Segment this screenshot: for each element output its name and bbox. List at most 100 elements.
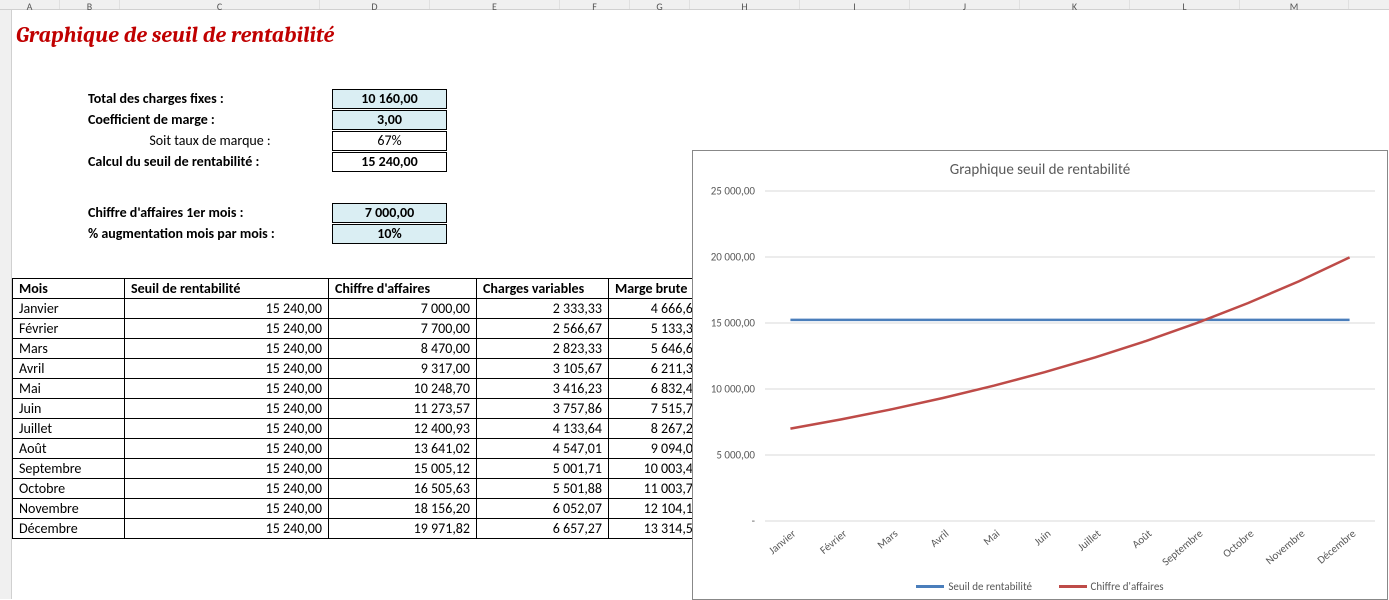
- cell-value[interactable]: 6 052,07: [477, 499, 609, 519]
- cell-value[interactable]: 15 240,00: [125, 299, 329, 319]
- col-header-e[interactable]: E: [430, 0, 560, 9]
- label-seuil: Calcul du seuil de rentabilité :: [82, 153, 332, 170]
- label-charges-fixes: Total des charges fixes :: [82, 90, 332, 107]
- cell-value[interactable]: 3 416,23: [477, 379, 609, 399]
- table-row[interactable]: Septembre15 240,0015 005,125 001,7110 00…: [13, 459, 707, 479]
- chart-y-axis: -5 000,0010 000,0015 000,0020 000,0025 0…: [693, 191, 759, 521]
- cell-value[interactable]: 6 657,27: [477, 519, 609, 539]
- table-row[interactable]: Février15 240,007 700,002 566,675 133,33: [13, 319, 707, 339]
- cell-mois[interactable]: Février: [13, 319, 125, 339]
- column-headers[interactable]: ABCDEFGHIJKLM: [0, 0, 1389, 10]
- cell-value[interactable]: 15 240,00: [125, 459, 329, 479]
- label-ca1: Chiffre d'affaires 1er mois :: [82, 204, 332, 221]
- value-coef-marge[interactable]: 3,00: [332, 110, 447, 130]
- col-header-a[interactable]: A: [0, 0, 60, 9]
- cell-mois[interactable]: Octobre: [13, 479, 125, 499]
- chart[interactable]: Graphique seuil de rentabilité -5 000,00…: [692, 150, 1388, 600]
- cell-value[interactable]: 19 971,82: [329, 519, 477, 539]
- cell-value[interactable]: 15 240,00: [125, 439, 329, 459]
- cell-value[interactable]: 12 400,93: [329, 419, 477, 439]
- col-header-f[interactable]: F: [560, 0, 630, 9]
- table-header[interactable]: Seuil de rentabilité: [125, 279, 329, 299]
- row-headers[interactable]: [0, 10, 12, 599]
- cell-value[interactable]: 15 240,00: [125, 379, 329, 399]
- cell-value[interactable]: 3 757,86: [477, 399, 609, 419]
- chart-title: Graphique seuil de rentabilité: [693, 161, 1387, 179]
- legend-item-seuil: Seuil de rentabilité: [916, 580, 1032, 593]
- table-row[interactable]: Mai15 240,0010 248,703 416,236 832,47: [13, 379, 707, 399]
- cell-value[interactable]: 7 700,00: [329, 319, 477, 339]
- cell-value[interactable]: 4 547,01: [477, 439, 609, 459]
- cell-mois[interactable]: Décembre: [13, 519, 125, 539]
- cell-value[interactable]: 8 470,00: [329, 339, 477, 359]
- table-header[interactable]: Mois: [13, 279, 125, 299]
- cell-value[interactable]: 13 641,02: [329, 439, 477, 459]
- table-row[interactable]: Novembre15 240,0018 156,206 052,0712 104…: [13, 499, 707, 519]
- cell-mois[interactable]: Mars: [13, 339, 125, 359]
- table-row[interactable]: Avril15 240,009 317,003 105,676 211,33: [13, 359, 707, 379]
- cell-value[interactable]: 7 000,00: [329, 299, 477, 319]
- legend-swatch-icon: [1059, 585, 1087, 588]
- cell-value[interactable]: 15 240,00: [125, 319, 329, 339]
- legend-item-ca: Chiffre d'affaires: [1059, 580, 1164, 593]
- cell-mois[interactable]: Avril: [13, 359, 125, 379]
- cell-value[interactable]: 18 156,20: [329, 499, 477, 519]
- cell-value[interactable]: 15 240,00: [125, 479, 329, 499]
- cell-value[interactable]: 5 001,71: [477, 459, 609, 479]
- cell-value[interactable]: 15 240,00: [125, 399, 329, 419]
- value-augm[interactable]: 10%: [332, 224, 447, 244]
- col-header-g[interactable]: G: [630, 0, 690, 9]
- cell-value[interactable]: 15 240,00: [125, 519, 329, 539]
- table-row[interactable]: Mars15 240,008 470,002 823,335 646,67: [13, 339, 707, 359]
- table-header[interactable]: Charges variables: [477, 279, 609, 299]
- legend-label: Seuil de rentabilité: [948, 580, 1032, 593]
- col-header-d[interactable]: D: [320, 0, 430, 9]
- cell-value[interactable]: 11 273,57: [329, 399, 477, 419]
- value-ca1[interactable]: 7 000,00: [332, 203, 447, 223]
- cell-mois[interactable]: Juin: [13, 399, 125, 419]
- cell-mois[interactable]: Août: [13, 439, 125, 459]
- cell-value[interactable]: 15 240,00: [125, 499, 329, 519]
- cell-value[interactable]: 2 333,33: [477, 299, 609, 319]
- label-augm: % augmentation mois par mois :: [82, 225, 332, 242]
- table-row[interactable]: Juin15 240,0011 273,573 757,867 515,71: [13, 399, 707, 419]
- col-header-h[interactable]: H: [690, 0, 800, 9]
- cell-value[interactable]: 15 240,00: [125, 359, 329, 379]
- value-taux-marque[interactable]: 67%: [332, 131, 447, 151]
- cell-value[interactable]: 5 501,88: [477, 479, 609, 499]
- col-header-c[interactable]: C: [120, 0, 320, 9]
- label-coef-marge: Coefficient de marge :: [82, 111, 332, 128]
- cell-value[interactable]: 2 823,33: [477, 339, 609, 359]
- cell-value[interactable]: 15 005,12: [329, 459, 477, 479]
- cell-value[interactable]: 15 240,00: [125, 339, 329, 359]
- col-header-l[interactable]: L: [1130, 0, 1240, 9]
- legend-label: Chiffre d'affaires: [1091, 580, 1164, 593]
- value-seuil[interactable]: 15 240,00: [332, 152, 447, 172]
- col-header-j[interactable]: J: [910, 0, 1020, 9]
- col-header-b[interactable]: B: [60, 0, 120, 9]
- cell-mois[interactable]: Mai: [13, 379, 125, 399]
- cell-value[interactable]: 15 240,00: [125, 419, 329, 439]
- cell-mois[interactable]: Juillet: [13, 419, 125, 439]
- table-row[interactable]: Octobre15 240,0016 505,635 501,8811 003,…: [13, 479, 707, 499]
- value-charges-fixes[interactable]: 10 160,00: [332, 89, 447, 109]
- table-row[interactable]: Décembre15 240,0019 971,826 657,2713 314…: [13, 519, 707, 539]
- cell-mois[interactable]: Septembre: [13, 459, 125, 479]
- table-header[interactable]: Chiffre d'affaires: [329, 279, 477, 299]
- cell-value[interactable]: 4 133,64: [477, 419, 609, 439]
- cell-value[interactable]: 10 248,70: [329, 379, 477, 399]
- col-header-i[interactable]: I: [800, 0, 910, 9]
- cell-value[interactable]: 16 505,63: [329, 479, 477, 499]
- cell-mois[interactable]: Novembre: [13, 499, 125, 519]
- table-row[interactable]: Juillet15 240,0012 400,934 133,648 267,2…: [13, 419, 707, 439]
- col-header-k[interactable]: K: [1020, 0, 1130, 9]
- table-row[interactable]: Janvier15 240,007 000,002 333,334 666,67: [13, 299, 707, 319]
- cell-value[interactable]: 9 317,00: [329, 359, 477, 379]
- cell-mois[interactable]: Janvier: [13, 299, 125, 319]
- data-table[interactable]: MoisSeuil de rentabilitéChiffre d'affair…: [12, 278, 707, 539]
- table-row[interactable]: Août15 240,0013 641,024 547,019 094,01: [13, 439, 707, 459]
- sheet-area[interactable]: Graphique de seuil de rentabilité Total …: [12, 10, 1389, 599]
- cell-value[interactable]: 2 566,67: [477, 319, 609, 339]
- cell-value[interactable]: 3 105,67: [477, 359, 609, 379]
- col-header-m[interactable]: M: [1240, 0, 1349, 9]
